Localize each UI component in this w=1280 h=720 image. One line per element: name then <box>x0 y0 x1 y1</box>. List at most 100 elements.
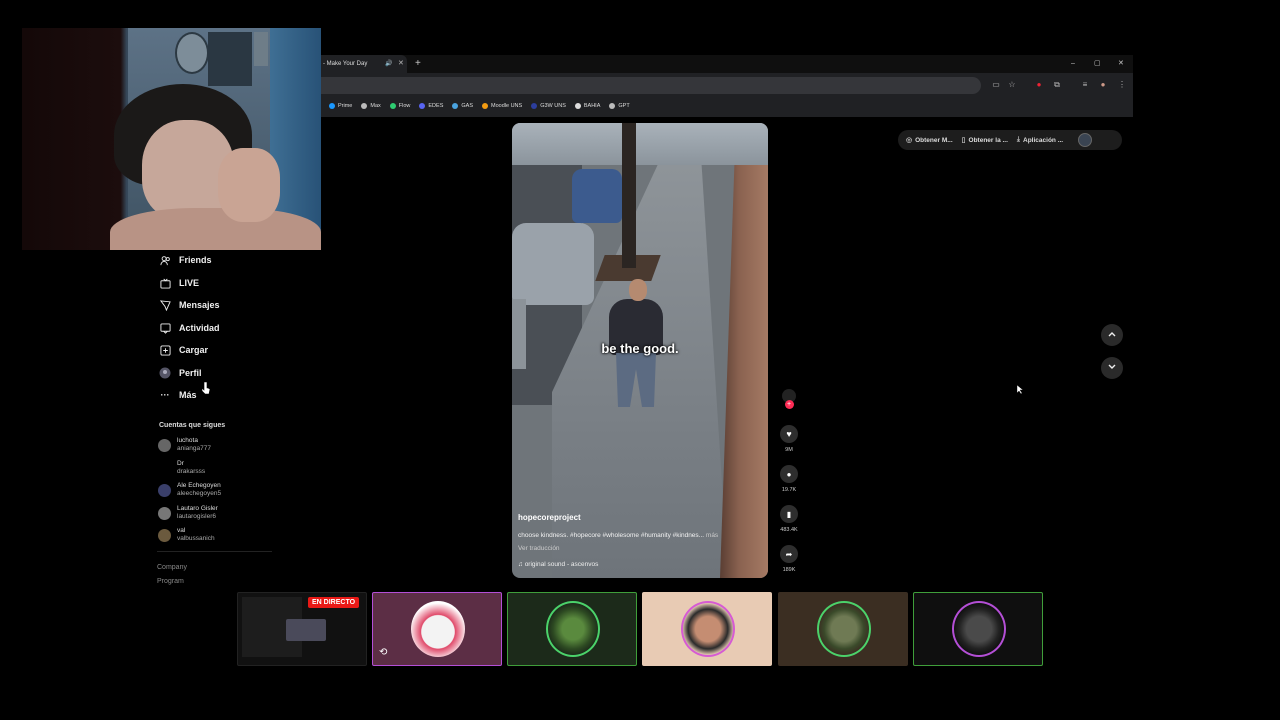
speaker-icon[interactable]: 🔊 <box>385 55 392 73</box>
bookmark-bahia[interactable]: BAHIA <box>574 103 600 109</box>
comment-count: 19.7K <box>781 487 797 493</box>
video-caption: be the good. <box>601 341 679 356</box>
comment-button[interactable]: ● 19.7K <box>779 465 799 493</box>
followed-account[interactable]: val valbussanich <box>158 527 215 543</box>
sidebar-item-friends[interactable]: Friends <box>159 254 212 266</box>
minimize-button[interactable]: – <box>1071 55 1075 73</box>
get-coins-button[interactable]: ◎ Obtener M... <box>906 136 953 145</box>
download-icon: ⤓ <box>1016 136 1021 143</box>
like-count: 9M <box>785 447 793 453</box>
sidebar-item-live[interactable]: LIVE <box>159 277 199 289</box>
install-icon[interactable]: ▭ <box>990 79 1002 91</box>
emote-card-5[interactable] <box>913 592 1043 666</box>
video-author[interactable]: hopecoreproject <box>518 513 581 522</box>
divider <box>157 551 272 552</box>
address-bar-row: ▭ ☆ ● ⧉ ≡ ● ⋮ <box>321 75 1133 97</box>
face-emote <box>681 601 735 657</box>
emote-card-3[interactable] <box>642 592 772 666</box>
get-app-button[interactable]: ▯ Obtener la ... <box>962 136 1008 145</box>
wall-clock <box>175 32 209 74</box>
activity-icon <box>159 322 171 334</box>
bookmark-g3w[interactable]: G3W UNS <box>531 103 566 109</box>
like-button[interactable]: ♥ 9M <box>779 425 799 453</box>
sidebar-item-label: Friends <box>179 255 212 265</box>
bookmark-gpt[interactable]: GPT <box>609 103 630 109</box>
share-button[interactable]: ➦ 189K <box>779 545 799 573</box>
video-player[interactable]: be the good. hopecoreproject choose kind… <box>512 123 768 578</box>
footer-link-company[interactable]: Company <box>157 564 187 571</box>
more-icon: ··· <box>160 390 170 400</box>
sidebar-item-upload[interactable]: Cargar <box>159 344 208 356</box>
sound-name: original sound - ascenvos <box>524 561 599 568</box>
upload-icon <box>159 344 171 356</box>
gas-icon <box>452 103 459 109</box>
tab-title: - Make Your Day <box>323 61 368 67</box>
extension-icon[interactable]: ● <box>1033 79 1045 91</box>
user-avatar[interactable] <box>1078 133 1093 147</box>
extensions-puzzle-icon[interactable]: ⧉ <box>1051 79 1063 91</box>
creator-avatar[interactable]: + <box>779 389 799 409</box>
profile-avatar-icon[interactable]: ● <box>1097 79 1109 91</box>
sidebar-item-profile[interactable]: Perfil <box>159 367 202 379</box>
restore-button[interactable]: ▢ <box>1094 55 1101 73</box>
helmet-emote <box>952 601 1006 657</box>
sidebar-item-activity[interactable]: Actividad <box>159 322 220 334</box>
followed-account[interactable]: Dr drakarsss <box>158 460 205 476</box>
video-man-head <box>629 279 647 301</box>
live-icon <box>159 277 171 289</box>
browser-tab[interactable]: - Make Your Day 🔊 ✕ <box>321 55 407 73</box>
account-name: Lautaro Gisler <box>177 505 218 512</box>
bookmark-prime[interactable]: Prime <box>329 103 352 109</box>
sidebar-item-label: Actividad <box>179 323 220 333</box>
emote-card-1[interactable]: ⟲ <box>372 592 502 666</box>
menu-kebab-icon[interactable]: ⋮ <box>1116 79 1128 91</box>
followed-account[interactable]: Lautaro Gisler lautarogisler6 <box>158 505 218 521</box>
account-username: lautarogisler6 <box>177 513 217 520</box>
sidebar-item-more[interactable]: ··· Más <box>159 389 197 401</box>
bookmark-moodle[interactable]: Moodle UNS <box>482 103 522 109</box>
bookmark-flow[interactable]: Flow <box>389 103 410 109</box>
profile-icon <box>159 367 171 379</box>
stream-preview-window <box>286 619 326 641</box>
avatar <box>158 506 171 520</box>
tab-close-icon[interactable]: ✕ <box>398 55 404 73</box>
reading-list-icon[interactable]: ≡ <box>1079 79 1091 91</box>
moodle-icon <box>482 103 488 109</box>
avatar <box>158 461 171 475</box>
save-button[interactable]: ▮ 483.4K <box>779 505 799 533</box>
footer-link-program[interactable]: Program <box>157 578 184 585</box>
save-count: 483.4K <box>780 527 798 533</box>
max-icon <box>361 103 368 109</box>
person-hand <box>218 148 280 222</box>
next-video-button[interactable] <box>1101 357 1123 379</box>
close-window-button[interactable]: ✕ <box>1118 55 1124 73</box>
followed-account[interactable]: luchota anianga777 <box>158 437 211 453</box>
video-sky <box>512 123 768 165</box>
url-field[interactable] <box>321 77 981 94</box>
chevron-up-icon <box>1107 326 1117 344</box>
avatar <box>158 438 171 452</box>
bookmark-gas[interactable]: GAS <box>452 103 473 109</box>
bookmark-star-icon[interactable]: ☆ <box>1006 79 1018 91</box>
video-tree <box>622 123 636 268</box>
sound-info[interactable]: ♫ original sound - ascenvos <box>518 561 598 568</box>
share-count: 189K <box>782 567 796 573</box>
follow-plus-icon[interactable]: + <box>784 400 794 409</box>
more-link[interactable]: más <box>706 532 718 539</box>
music-note-icon: ♫ <box>518 561 523 568</box>
translate-link[interactable]: Ver traducción <box>518 545 560 552</box>
avatar <box>158 483 171 497</box>
emote-card-4[interactable] <box>778 592 908 666</box>
chevron-down-icon <box>1107 359 1117 377</box>
new-tab-button[interactable]: + <box>415 55 421 72</box>
followed-account[interactable]: Ale Echegoyen aleechegoyen5 <box>158 482 221 498</box>
previous-video-button[interactable] <box>1101 324 1123 346</box>
live-badge: EN DIRECTO <box>308 597 360 608</box>
bookmark-edes[interactable]: EDES <box>419 103 443 109</box>
account-name: Dr <box>177 460 184 467</box>
video-description: choose kindness. #hopecore #wholesome #h… <box>518 532 764 539</box>
sidebar-item-messages[interactable]: Mensajes <box>159 299 220 311</box>
bookmark-max[interactable]: Max <box>361 103 381 109</box>
emote-card-2[interactable] <box>507 592 637 666</box>
desktop-app-button[interactable]: ⤓ Aplicación ... <box>1017 136 1063 144</box>
